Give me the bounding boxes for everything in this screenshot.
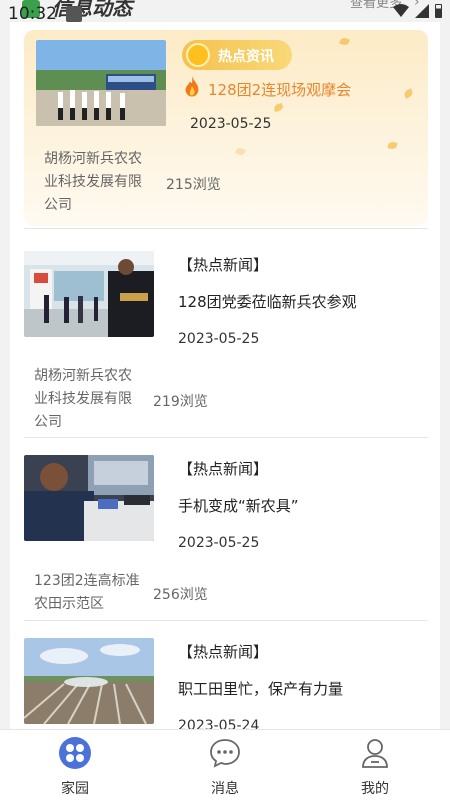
battery-icon (435, 4, 442, 18)
hot-badge: 热点资讯 (182, 40, 292, 70)
news-title: 128团党委莅临新兵农参观 (178, 293, 357, 311)
wifi-icon (393, 4, 409, 17)
news-title: 手机变成“新农具” (178, 497, 299, 515)
nav-profile[interactable]: 我的 (300, 730, 450, 800)
featured-title: 128团2连现场观摩会 (208, 81, 352, 99)
news-views: 256浏览 (153, 587, 208, 603)
news-date: 2023-05-25 (178, 535, 260, 551)
news-thumbnail (24, 455, 154, 541)
nav-profile-label[interactable]: 我的 (300, 778, 450, 798)
news-title: 职工田里忙，保产有力量 (178, 680, 344, 698)
news-tag: 【热点新闻】 (178, 256, 269, 274)
message-icon[interactable] (209, 737, 241, 769)
news-views: 219浏览 (153, 394, 208, 410)
nav-messages[interactable]: 消息 (150, 730, 300, 800)
featured-date: 2023-05-25 (190, 116, 272, 132)
news-list: 热点资讯 128团2连现场观摩会 2023-05-25 胡杨河新兵农农业科技发展… (10, 22, 440, 729)
news-publisher: 123团2连高标准农田示范区 (34, 573, 140, 612)
status-bar: 10:32 (0, 0, 450, 26)
nav-home-label[interactable]: 家园 (0, 778, 150, 798)
profile-icon[interactable] (359, 737, 391, 769)
news-date: 2023-05-25 (178, 331, 260, 347)
news-item[interactable]: 【热点新闻】 128团党委莅临新兵农参观 2023-05-25 胡杨河新兵农农业… (10, 229, 440, 438)
news-item[interactable]: 【热点新闻】 手机变成“新农具” 2023-05-25 123团2连高标准农田示… (10, 438, 440, 621)
bottom-nav: 家园 消息 我的 (0, 729, 450, 800)
news-date: 2023-05-24 (178, 718, 260, 729)
signal-icon (415, 4, 429, 18)
hot-badge-label: 热点资讯 (218, 49, 274, 65)
news-publisher: 胡杨河新兵农农业科技发展有限公司 (34, 368, 132, 430)
nav-messages-label[interactable]: 消息 (150, 778, 300, 798)
status-time: 10:32 (8, 4, 57, 24)
featured-publisher: 胡杨河新兵农农业科技发展有限公司 (44, 151, 142, 213)
home-icon[interactable] (59, 737, 91, 769)
flame-icon (185, 76, 199, 97)
featured-thumbnail (36, 40, 166, 126)
news-thumbnail (24, 251, 154, 337)
news-tag: 【热点新闻】 (178, 643, 269, 661)
featured-card[interactable]: 热点资讯 128团2连现场观摩会 2023-05-25 胡杨河新兵农农业科技发展… (24, 30, 428, 226)
notification-icon (66, 6, 82, 22)
featured-views: 215浏览 (166, 177, 221, 193)
news-item[interactable]: 【热点新闻】 职工田里忙，保产有力量 2023-05-24 (10, 621, 440, 729)
badge-icon (186, 43, 210, 67)
news-tag: 【热点新闻】 (178, 460, 269, 478)
nav-home[interactable]: 家园 (0, 730, 150, 800)
featured-news-item[interactable]: 热点资讯 128团2连现场观摩会 2023-05-25 胡杨河新兵农农业科技发展… (10, 22, 440, 229)
news-thumbnail (24, 638, 154, 724)
